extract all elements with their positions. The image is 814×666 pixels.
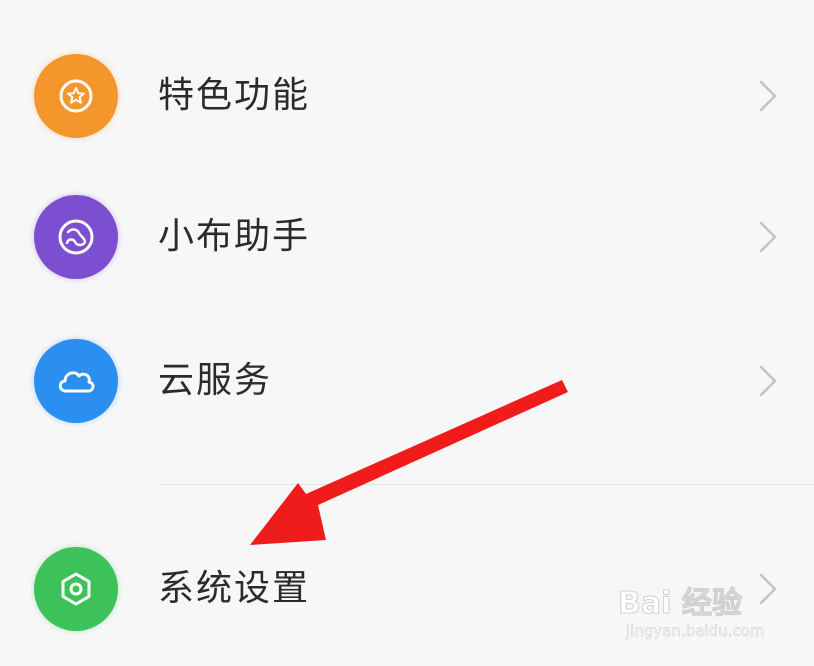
chevron-right-icon [756, 363, 780, 403]
menu-item-breeno-assistant[interactable]: 小布助手 [0, 177, 814, 297]
section-divider [158, 484, 814, 485]
settings-screen: 特色功能 小布助手 云服务 系统设置 Bai 经验 jingyan.baidu.… [0, 0, 814, 666]
chevron-right-icon [756, 78, 780, 118]
chevron-right-icon [756, 571, 780, 611]
menu-item-label: 特色功能 [158, 75, 311, 116]
menu-item-special-features[interactable]: 特色功能 [0, 36, 814, 156]
menu-item-system-settings[interactable]: 系统设置 [0, 529, 814, 649]
star-badge-icon [34, 54, 118, 138]
menu-item-label: 云服务 [158, 360, 273, 401]
hexagon-settings-icon [34, 547, 118, 631]
menu-item-label: 系统设置 [158, 568, 311, 609]
assistant-icon [34, 195, 118, 279]
menu-item-label: 小布助手 [158, 216, 311, 257]
cloud-icon [34, 339, 118, 423]
chevron-right-icon [756, 219, 780, 259]
menu-item-cloud-service[interactable]: 云服务 [0, 321, 814, 441]
